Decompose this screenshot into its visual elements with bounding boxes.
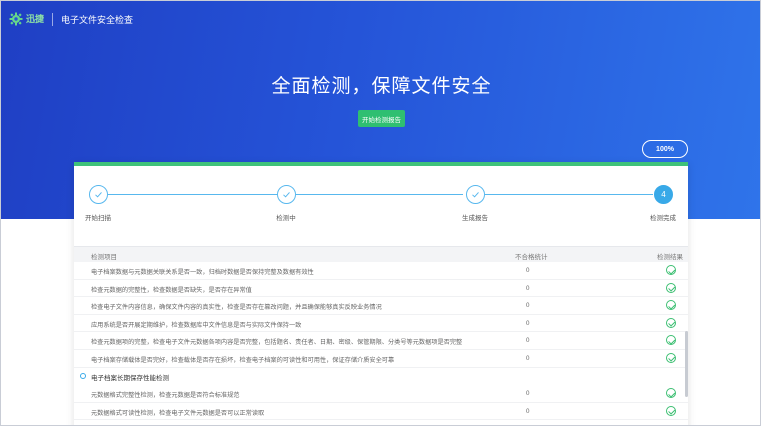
row-count: 0 (526, 267, 530, 274)
pass-check-icon (666, 335, 676, 346)
pass-check-icon (666, 300, 676, 311)
table-row: 检查元数据的完整性，检查数据是否缺失，是否存在异常值 0 (74, 280, 688, 298)
pass-check-icon (666, 265, 676, 275)
app-window: 迅捷 电子文件安全检查 全面检测，保障文件安全 开始检测报告 100% 4 开始… (0, 0, 761, 426)
check-list[interactable]: 电子档案数据与元数据关联关系是否一致，归档时数据是否保持完整及数据有效性 0 检… (74, 262, 688, 421)
pass-check-icon (666, 405, 676, 416)
app-title: 电子文件安全检查 (61, 14, 134, 25)
table-row: 电子档案数据与元数据关联关系是否一致，归档时数据是否保持完整及数据有效性 0 (74, 262, 688, 280)
row-count: 0 (526, 319, 530, 327)
table-row: 元数据格式可读性检测，检查电子文件元数据是否可以正常读取 0 (74, 403, 688, 421)
group-bullet-icon (80, 372, 86, 379)
table-row: 检查电子文件内容信息，确保文件内容的真实性，检查是否存在篡改问题，并且确保能够真… (74, 297, 688, 315)
step-connector (108, 194, 285, 195)
hero-title: 全面检测，保障文件安全 (271, 76, 492, 97)
row-description: 元数据格式可读性检测，检查电子文件元数据是否可以正常读取 (91, 409, 265, 417)
step-connector (296, 194, 463, 195)
row-count: 0 (526, 354, 530, 362)
app-logo[interactable]: 迅捷 (9, 12, 44, 26)
row-count: 0 (526, 284, 530, 292)
top-bar: 迅捷 电子文件安全检查 (9, 10, 133, 28)
group-header[interactable]: 电子档案长期保存性能检测 (74, 368, 688, 386)
column-header-result: 检测结果 (657, 254, 683, 261)
logo-gear-icon (9, 12, 23, 26)
step-3-label: 生成报告 (462, 215, 488, 222)
progress-badge: 100% (642, 140, 688, 158)
step-4-number: 4 (654, 185, 673, 204)
step-2-check-icon (277, 185, 296, 204)
pass-check-icon (666, 352, 676, 363)
step-4-label: 检测完成 (650, 215, 676, 222)
step-2-label: 检测中 (276, 215, 296, 222)
column-header-item: 检测项目 (91, 254, 117, 261)
row-description: 电子档案存储载体是否完好，检查载体是否存在损坏，检查电子档案的可读性和可用性，保… (91, 356, 395, 364)
scrollbar-thumb[interactable] (685, 331, 688, 397)
table-row: 电子档案存储载体是否完好，检查载体是否存在损坏，检查电子档案的可读性和可用性，保… (74, 350, 688, 368)
logo-text: 迅捷 (26, 14, 45, 24)
result-card: 4 开始扫描 检测中 生成报告 检测完成 检测项目 不合格统计 检测结果 电子档… (74, 162, 688, 425)
row-description: 检查元数据项的完整，检查电子文件元数据各项内容是否完整，包括题名、责任者、日期、… (91, 339, 463, 347)
step-1-label: 开始扫描 (85, 215, 111, 222)
table-row: 检查元数据项的完整，检查电子文件元数据各项内容是否完整，包括题名、责任者、日期、… (74, 332, 688, 350)
row-description: 检查电子文件内容信息，确保文件内容的真实性，检查是否存在篡改问题，并且确保能够真… (91, 304, 382, 312)
step-progress: 4 开始扫描 检测中 生成报告 检测完成 (74, 166, 688, 236)
row-description: 元数据格式完整性检测，检查元数据是否符合标准规范 (91, 392, 240, 400)
pass-check-icon (666, 388, 676, 399)
start-check-button[interactable]: 开始检测报告 (358, 110, 405, 127)
column-header-count: 不合格统计 (515, 254, 548, 261)
step-3-check-icon (466, 185, 485, 204)
pass-check-icon (666, 282, 676, 293)
header-divider (52, 12, 54, 26)
row-description: 应用系统是否开展定期维护，检查数据库中文件信息是否与实际文件保持一致 (91, 321, 302, 329)
step-connector (485, 194, 653, 195)
row-description: 电子档案数据与元数据关联关系是否一致，归档时数据是否保持完整及数据有效性 (91, 269, 314, 276)
row-count: 0 (526, 407, 530, 415)
table-row: 应用系统是否开展定期维护，检查数据库中文件信息是否与实际文件保持一致 0 (74, 315, 688, 333)
group-title: 电子档案长期保存性能检测 (91, 375, 169, 383)
row-count: 0 (526, 302, 530, 310)
table-header: 检测项目 不合格统计 检测结果 (74, 246, 688, 262)
row-description: 检查元数据的完整性，检查数据是否缺失，是否存在异常值 (91, 286, 252, 294)
table-row: 元数据格式完整性检测，检查元数据是否符合标准规范 0 (74, 385, 688, 403)
pass-check-icon (666, 317, 676, 328)
row-count: 0 (526, 390, 530, 398)
row-count: 0 (526, 337, 530, 345)
step-1-check-icon (89, 185, 108, 204)
